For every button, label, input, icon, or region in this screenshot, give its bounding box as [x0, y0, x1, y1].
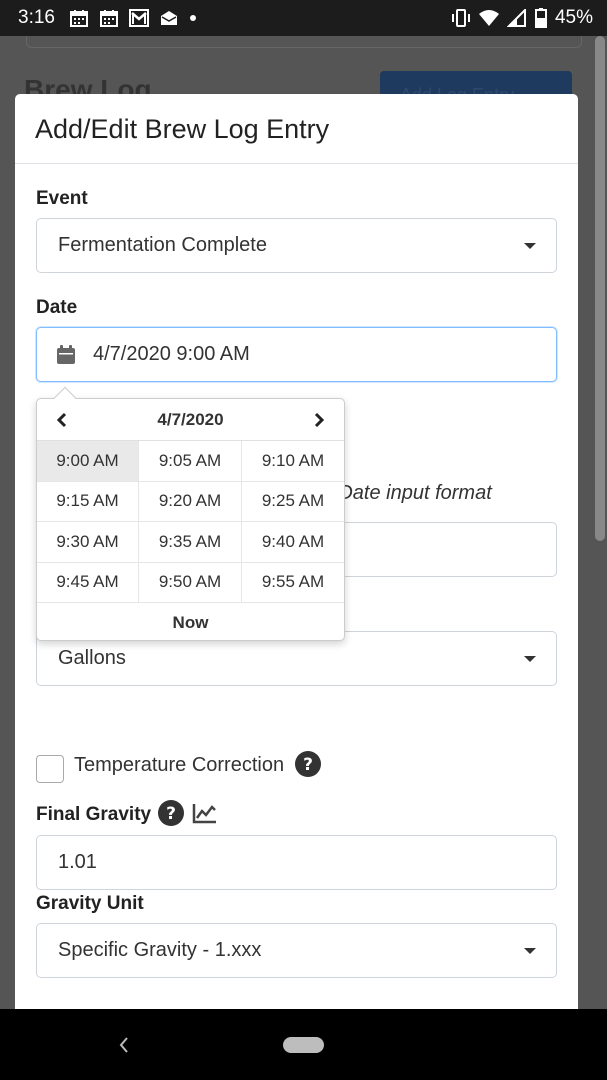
calendar-icon — [57, 344, 75, 364]
event-select-value: Fermentation Complete — [58, 234, 267, 256]
temperature-correction-label: Temperature Correction — [74, 754, 285, 776]
home-pill[interactable] — [283, 1037, 324, 1053]
calendar-icon — [99, 10, 118, 27]
chevron-down-icon — [524, 948, 536, 954]
event-select[interactable]: Fermentation Complete — [36, 218, 557, 273]
calendar-icon — [69, 10, 88, 27]
temperature-correction-checkbox[interactable] — [36, 755, 64, 783]
prev-button[interactable] — [53, 410, 69, 430]
back-icon[interactable] — [117, 1036, 131, 1054]
final-gravity-input[interactable]: 1.01 — [36, 835, 557, 890]
time-option[interactable]: 9:30 AM — [37, 522, 139, 563]
notification-icons — [69, 9, 197, 27]
wifi-icon — [478, 10, 499, 26]
chevron-right-icon — [314, 412, 325, 427]
volume-unit-value: Gallons — [58, 647, 126, 669]
picker-date[interactable]: 4/7/2020 — [157, 410, 223, 430]
chevron-left-icon — [56, 412, 67, 427]
modal-header: Add/Edit Brew Log Entry — [15, 94, 578, 164]
svg-text:?: ? — [303, 755, 313, 775]
time-option[interactable]: 9:00 AM — [37, 441, 139, 482]
system-nav-bar — [0, 1009, 607, 1080]
final-gravity-row: Final Gravity ? — [36, 800, 218, 826]
final-gravity-value: 1.01 — [58, 851, 97, 873]
temperature-correction-row: Temperature Correction ? — [74, 750, 321, 777]
help-icon[interactable]: ? — [294, 750, 321, 777]
vibrate-icon — [451, 9, 470, 27]
time-option[interactable]: 9:55 AM — [242, 563, 344, 603]
gravity-unit-value: Specific Gravity - 1.xxx — [58, 939, 262, 961]
time-option[interactable]: 9:05 AM — [139, 441, 242, 482]
signal-icon — [506, 9, 526, 27]
battery-icon — [534, 8, 547, 28]
time-option[interactable]: 9:45 AM — [37, 562, 139, 603]
final-gravity-label: Final Gravity — [36, 804, 152, 826]
time-option[interactable]: 9:40 AM — [242, 522, 344, 563]
background-card — [26, 36, 582, 48]
time-option[interactable]: 9:15 AM — [37, 481, 139, 522]
help-icon[interactable]: ? — [158, 800, 185, 826]
time-grid: 9:00 AM 9:05 AM 9:10 AM 9:15 AM 9:20 AM … — [37, 440, 344, 603]
status-time: 3:16 — [18, 7, 55, 28]
time-option[interactable]: 9:50 AM — [139, 562, 242, 603]
system-status: 45% — [451, 7, 593, 29]
status-bar: 3:16 45% — [0, 0, 607, 36]
event-label: Event — [36, 188, 88, 209]
date-input-value: 4/7/2020 9:00 AM — [93, 343, 250, 365]
gravity-unit-select[interactable]: Specific Gravity - 1.xxx — [36, 923, 557, 978]
time-option[interactable]: 9:35 AM — [139, 522, 242, 563]
modal-title: Add/Edit Brew Log Entry — [35, 114, 330, 144]
svg-text:?: ? — [166, 804, 176, 824]
battery-percent: 45% — [554, 7, 593, 28]
chart-line-icon[interactable] — [192, 802, 218, 824]
dot-icon — [189, 15, 196, 21]
email-icon — [160, 11, 177, 25]
gmail-icon — [128, 9, 149, 27]
time-option[interactable]: 9:20 AM — [139, 481, 242, 522]
time-option[interactable]: 9:10 AM — [242, 441, 344, 482]
time-picker-popup: 4/7/2020 9:00 AM 9:05 AM 9:10 AM 9:15 AM… — [36, 386, 345, 643]
picker-header: 4/7/2020 — [37, 399, 344, 440]
date-label: Date — [36, 297, 78, 318]
now-button[interactable]: Now — [37, 603, 344, 643]
chevron-down-icon — [524, 656, 536, 662]
date-input[interactable]: 4/7/2020 9:00 AM — [36, 327, 557, 382]
time-option[interactable]: 9:25 AM — [242, 482, 344, 522]
next-button[interactable] — [312, 410, 328, 430]
chevron-down-icon — [524, 243, 536, 249]
scrollbar-thumb[interactable] — [595, 36, 605, 541]
gravity-unit-label: Gravity Unit — [36, 893, 144, 914]
